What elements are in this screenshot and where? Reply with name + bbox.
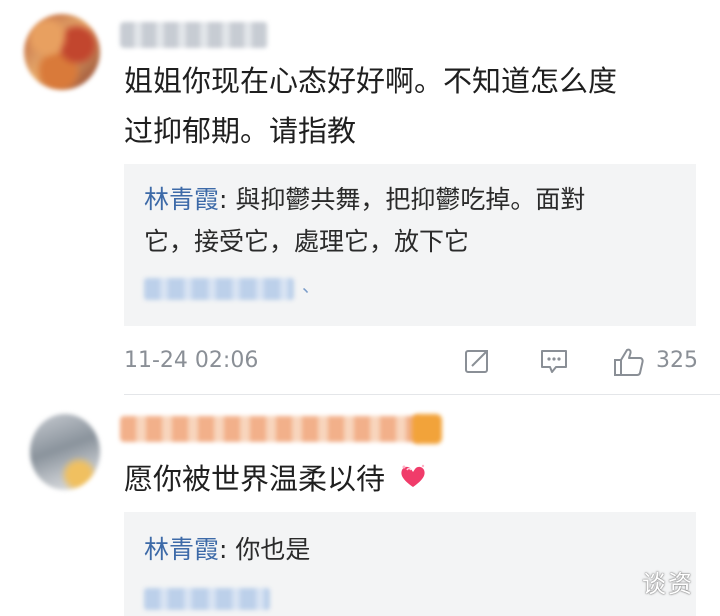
reply-box[interactable]: 林青霞: 與抑鬱共舞，把抑鬱吃掉。面對 它，接受它，處理它，放下它 、 — [124, 164, 696, 326]
share-icon[interactable] — [462, 346, 492, 380]
link-suffix: 、 — [302, 276, 320, 297]
reply-box[interactable]: 林青霞: 你也是 — [124, 512, 696, 616]
more-replies-link-blurred[interactable] — [144, 588, 270, 610]
comment-text: 愿你被世界温柔以待 — [124, 456, 428, 504]
more-replies-link-blurred[interactable] — [144, 278, 294, 300]
reply-line-1: 林青霞: 與抑鬱共舞，把抑鬱吃掉。面對 — [144, 180, 585, 220]
comment-text-line-1: 姐姐你现在心态好好啊。不知道怎么度 — [124, 64, 618, 98]
reply-text-line-2: 它，接受它，處理它，放下它 — [144, 227, 470, 256]
heart-emoji — [398, 458, 428, 504]
username-blurred[interactable] — [120, 416, 420, 442]
watermark: 谈资 — [642, 570, 694, 598]
comment-text-body: 愿你被世界温柔以待 — [124, 462, 386, 496]
divider — [124, 394, 720, 395]
reply-text: 你也是 — [235, 535, 311, 564]
reply-author[interactable]: 林青霞 — [144, 185, 219, 214]
user-badge-icon — [412, 414, 442, 444]
reply-separator: : — [219, 185, 236, 214]
username-blurred[interactable] — [120, 22, 268, 48]
avatar[interactable] — [30, 414, 100, 490]
thumbs-up-icon[interactable] — [612, 346, 646, 382]
reply-text-line-1: 與抑鬱共舞，把抑鬱吃掉。面對 — [235, 185, 586, 214]
comment-text-line-2: 过抑郁期。请指教 — [124, 114, 357, 148]
reply-author[interactable]: 林青霞 — [144, 535, 219, 564]
like-count: 325 — [656, 348, 698, 373]
avatar[interactable] — [24, 14, 100, 90]
comment-icon[interactable] — [538, 346, 570, 380]
reply-separator: : — [219, 535, 236, 564]
timestamp: 11-24 02:06 — [124, 348, 259, 373]
comment-meta-row: 11-24 02:06 325 — [124, 346, 704, 378]
reply-line-1: 林青霞: 你也是 — [144, 530, 310, 570]
